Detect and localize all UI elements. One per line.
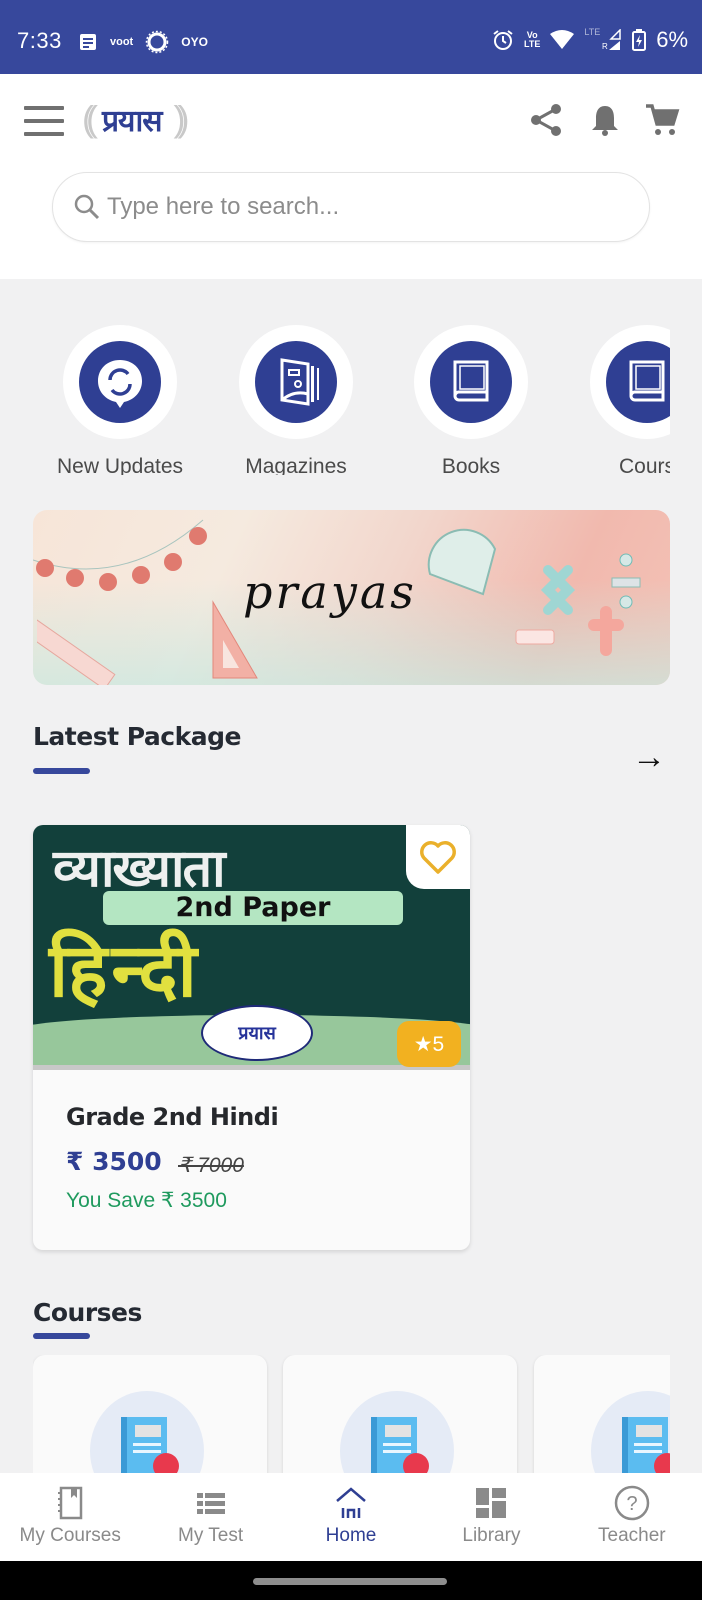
signal-icon: R: [602, 29, 621, 51]
app-logo: (( प्रयास )): [82, 94, 190, 144]
package-savings: You Save ₹ 3500: [66, 1189, 227, 1212]
nav-label: Teacher: [598, 1525, 666, 1546]
category-courses[interactable]: Cours: [562, 325, 670, 475]
category-carousel[interactable]: New Updates Magazines Books Cours: [0, 325, 670, 475]
section-underline: [33, 1333, 90, 1339]
svg-text:?: ?: [626, 1493, 637, 1515]
battery-icon: [632, 29, 647, 51]
nav-label: My Test: [178, 1525, 244, 1546]
bottom-navigation: My Courses My Test Home Library ? Teache…: [0, 1473, 702, 1561]
list-icon: [196, 1493, 225, 1514]
notification-icons: voot OYO: [78, 30, 208, 54]
notebook-icon: [58, 1486, 83, 1520]
status-time: 7:33: [17, 28, 62, 53]
nav-label: My Courses: [19, 1525, 121, 1546]
svg-text:R: R: [602, 42, 608, 51]
course-card[interactable]: [534, 1355, 670, 1475]
search-bar[interactable]: [52, 172, 650, 242]
logo-waves-left: ((: [82, 98, 98, 139]
volte-icon: Vo LTE: [524, 30, 541, 49]
nav-my-test[interactable]: My Test: [140, 1473, 280, 1561]
latest-package-title: Latest Package: [33, 722, 241, 751]
category-label: New Updates: [56, 455, 184, 475]
bell-icon[interactable]: [587, 102, 623, 138]
share-icon[interactable]: [528, 102, 564, 138]
favorite-button[interactable]: [406, 825, 470, 889]
package-original-price: ₹ 7000: [178, 1154, 244, 1177]
status-bar: 7:33 voot OYO Vo LTE LTE R 6%: [0, 0, 702, 74]
system-gesture-bar: [0, 1561, 702, 1600]
category-new-updates[interactable]: New Updates: [35, 325, 205, 475]
category-books[interactable]: Books: [386, 325, 556, 475]
category-magazines[interactable]: Magazines: [211, 325, 381, 475]
help-circle-icon: ?: [614, 1485, 650, 1521]
ruler-illustration: [37, 619, 116, 685]
nav-teacher[interactable]: ? Teacher: [562, 1473, 702, 1561]
alarm-icon: [493, 30, 513, 50]
badge-icon: [403, 1453, 429, 1475]
thumb-title-line2: हिन्दी: [49, 928, 201, 1014]
category-label: Books: [441, 455, 501, 475]
promo-banner[interactable]: prayas: [33, 510, 670, 685]
thumb-seal: प्रयास: [201, 1005, 313, 1061]
nav-home[interactable]: Home: [281, 1473, 421, 1561]
book-icon: [453, 360, 489, 402]
home-gesture-handle[interactable]: [253, 1578, 447, 1585]
course-card[interactable]: [283, 1355, 517, 1475]
package-name: Grade 2nd Hindi: [66, 1103, 279, 1131]
courses-carousel[interactable]: [33, 1355, 670, 1475]
lte-label: LTE: [584, 27, 601, 37]
nav-label: Library: [462, 1525, 521, 1546]
category-label: Magazines: [245, 455, 347, 475]
sun-icon: [145, 30, 169, 54]
number-garland-illustration: [33, 519, 207, 591]
book-icon: [629, 360, 665, 402]
category-label: Cours: [618, 455, 670, 475]
menu-icon[interactable]: [24, 106, 64, 136]
refresh-bubble-icon: [98, 360, 142, 408]
banner-title: prayas: [243, 565, 417, 619]
nav-label: Home: [325, 1525, 377, 1546]
system-icons: Vo LTE LTE R 6%: [492, 27, 688, 53]
cart-icon[interactable]: [644, 102, 680, 138]
protractor-illustration: [427, 528, 497, 596]
magazine-icon: [280, 358, 319, 406]
math-symbols-illustration: [515, 553, 641, 656]
nav-library[interactable]: Library: [421, 1473, 561, 1561]
badge-icon: [153, 1453, 179, 1475]
course-card[interactable]: [33, 1355, 267, 1475]
courses-title: Courses: [33, 1298, 142, 1327]
wifi-icon: [550, 30, 575, 49]
arrow-right-icon[interactable]: →: [632, 740, 666, 774]
logo-waves-right: )): [173, 98, 190, 139]
badge-icon: [654, 1453, 670, 1475]
news-icon: [80, 34, 96, 50]
package-price: ₹ 3500: [66, 1147, 162, 1176]
rating-badge: ★5: [397, 1021, 461, 1067]
logo-text: प्रयास: [101, 103, 163, 139]
battery-percent: 6%: [656, 27, 688, 52]
nav-my-courses[interactable]: My Courses: [0, 1473, 140, 1561]
search-input[interactable]: [107, 193, 627, 221]
search-icon: [74, 194, 100, 220]
voot-icon: voot: [110, 36, 134, 48]
app-header: (( प्रयास )): [0, 74, 702, 279]
home-icon: [336, 1487, 366, 1518]
package-card[interactable]: व्याख्याता 2nd Paper हिन्दी प्रयास ★5 Gr…: [33, 825, 470, 1250]
oyo-icon: OYO: [181, 35, 208, 49]
dashboard-icon: [476, 1488, 507, 1518]
section-underline: [33, 768, 90, 774]
heart-icon: [420, 841, 456, 874]
